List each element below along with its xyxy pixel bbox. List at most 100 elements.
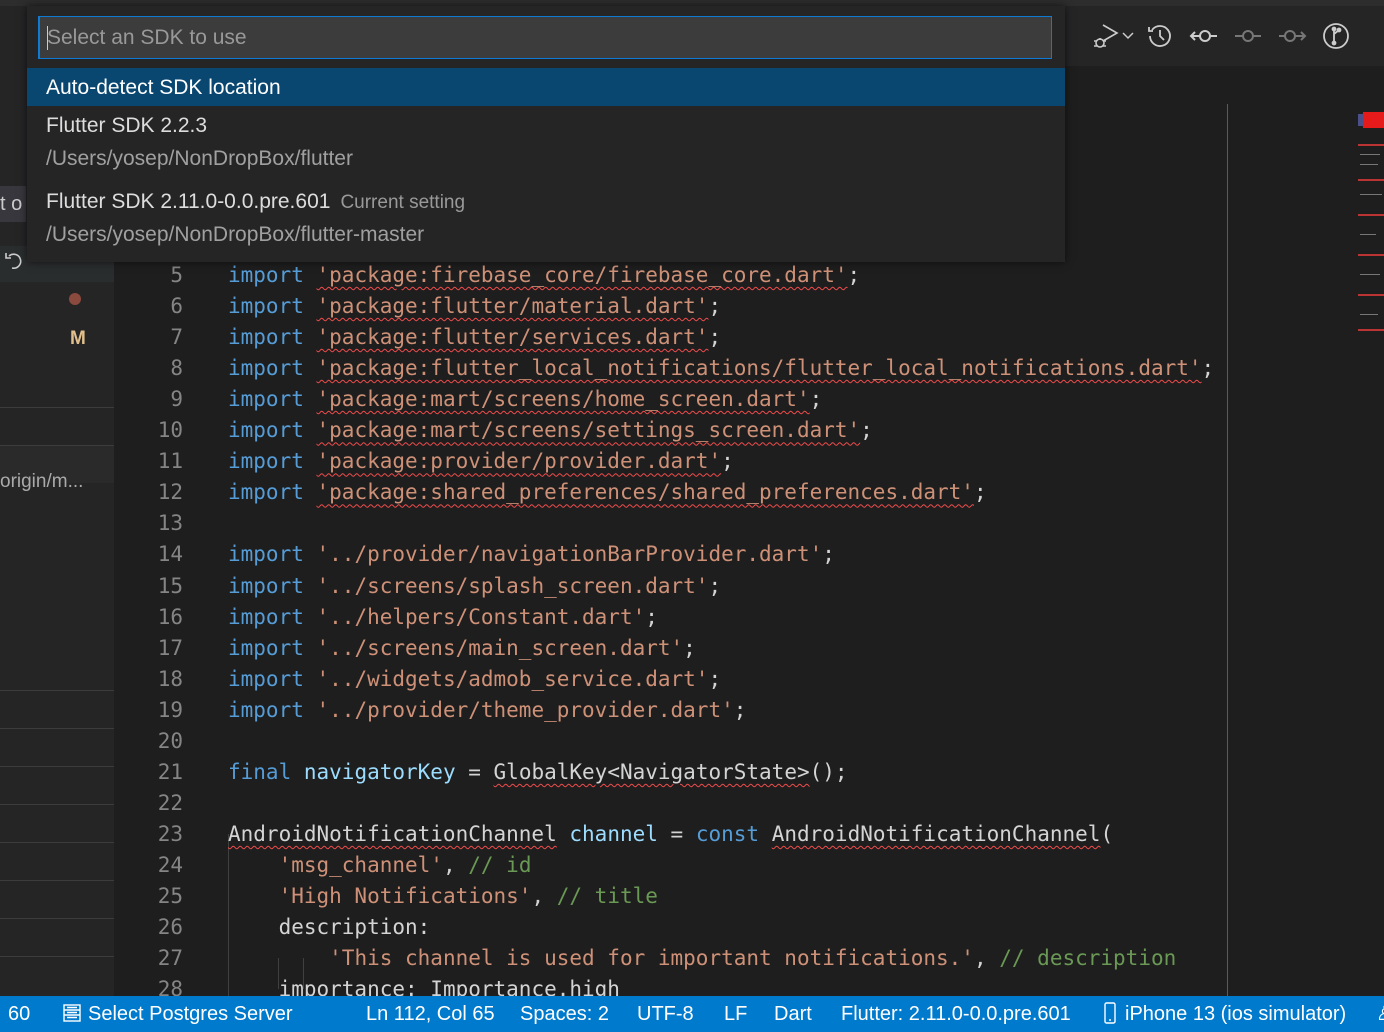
status-encoding[interactable]: UTF-8 bbox=[637, 996, 694, 1032]
status-indentation[interactable]: Spaces: 2 bbox=[520, 996, 609, 1032]
code-line[interactable]: 9 import 'package:mart/screens/home_scree… bbox=[114, 384, 1214, 415]
sidebar-row[interactable] bbox=[0, 804, 114, 842]
next-commit-button[interactable] bbox=[1270, 18, 1314, 54]
code-line[interactable]: 24 'msg_channel', // id bbox=[114, 850, 1214, 881]
code-token: 'package:shared_preferences/shared_prefe… bbox=[316, 480, 974, 505]
code-token: 'msg_channel' bbox=[278, 852, 443, 877]
code-line[interactable]: 20 bbox=[114, 726, 1214, 757]
code-token: '../widgets/admob_service.dart' bbox=[316, 666, 709, 691]
code-token: ; bbox=[809, 387, 823, 412]
code-token: 'High Notifications' bbox=[278, 884, 532, 908]
sdk-quick-pick: Select an SDK to use Auto-detect SDK loc… bbox=[27, 6, 1065, 262]
code-line[interactable]: 28 importance: Importance.high bbox=[114, 974, 1214, 996]
code-line[interactable]: 8 import 'package:flutter_local_notificat… bbox=[114, 353, 1214, 384]
minimap[interactable] bbox=[1358, 104, 1384, 344]
line-number: 18 bbox=[157, 666, 183, 691]
code-token: ; bbox=[721, 449, 734, 474]
quick-pick-item-flutter-2-2-3[interactable]: Flutter SDK 2.2.3 /Users/yosep/NonDropBo… bbox=[27, 106, 1065, 172]
status-postgres[interactable]: Select Postgres Server bbox=[62, 996, 293, 1032]
status-language[interactable]: Dart bbox=[774, 996, 812, 1032]
code-token: ; bbox=[822, 542, 835, 567]
code-token: ; bbox=[708, 666, 722, 691]
discard-changes-icon[interactable] bbox=[4, 250, 24, 272]
code-line[interactable]: 23 AndroidNotificationChannel channel = c… bbox=[114, 819, 1214, 850]
sdk-search-input[interactable]: Select an SDK to use bbox=[38, 16, 1052, 59]
quick-pick-item-auto-detect[interactable]: Auto-detect SDK location bbox=[27, 68, 1065, 106]
commit-icon bbox=[1235, 30, 1261, 42]
account-icon[interactable]: ♙ bbox=[1376, 996, 1384, 1032]
postgres-label: Select Postgres Server bbox=[88, 1003, 293, 1025]
code-text: import 'package:flutter/material.dart'; bbox=[228, 291, 721, 322]
git-graph-button[interactable] bbox=[1314, 18, 1358, 54]
code-token: = bbox=[657, 821, 696, 846]
status-eol[interactable]: LF bbox=[724, 996, 747, 1032]
line-number: 16 bbox=[157, 604, 183, 629]
code-line[interactable]: 13 bbox=[114, 508, 1214, 539]
code-token: // id bbox=[468, 852, 532, 877]
code-line[interactable]: 15 import '../screens/splash_screen.dart'… bbox=[114, 571, 1214, 602]
code-line[interactable]: 14 import '../provider/navigationBarProvi… bbox=[114, 539, 1214, 570]
sidebar-row[interactable] bbox=[0, 690, 114, 728]
code-token: import bbox=[228, 325, 304, 350]
code-line[interactable]: 11 import 'package:provider/provider.dart… bbox=[114, 446, 1214, 477]
code-line[interactable]: 27 'This channel is used for important n… bbox=[114, 943, 1214, 974]
code-text: 'This channel is used for important noti… bbox=[228, 943, 1176, 974]
code-text: 'High Notifications', // title bbox=[228, 881, 658, 912]
code-line[interactable]: 7 import 'package:flutter/services.dart'; bbox=[114, 322, 1214, 353]
code-line[interactable]: 18 import '../widgets/admob_service.dart'… bbox=[114, 664, 1214, 695]
code-line[interactable]: 22 bbox=[114, 788, 1214, 819]
line-number: 12 bbox=[157, 480, 183, 505]
code-line[interactable]: 16 import '../helpers/Constant.dart'; bbox=[114, 602, 1214, 633]
previous-commit-button[interactable] bbox=[1182, 18, 1226, 54]
line-number: 25 bbox=[157, 884, 183, 908]
code-line[interactable]: 19 import '../provider/theme_provider.dar… bbox=[114, 695, 1214, 726]
status-flutter-version[interactable]: Flutter: 2.11.0-0.0.pre.601 bbox=[841, 996, 1071, 1032]
timeline-button[interactable] bbox=[1138, 18, 1182, 54]
code-line[interactable]: 6 import 'package:flutter/material.dart'; bbox=[114, 291, 1214, 322]
line-number: 7 bbox=[170, 325, 183, 350]
code-line[interactable]: 5 import 'package:firebase_core/firebase_… bbox=[114, 260, 1214, 291]
sidebar-row[interactable] bbox=[0, 880, 114, 918]
debug-run-icon bbox=[1094, 24, 1119, 48]
code-line[interactable]: 10 import 'package:mart/screens/settings_… bbox=[114, 415, 1214, 446]
sidebar-row[interactable] bbox=[0, 728, 114, 766]
status-cursor-position[interactable]: Ln 112, Col 65 bbox=[366, 996, 495, 1032]
status-device[interactable]: iPhone 13 (ios simulator) bbox=[1103, 996, 1346, 1032]
code-line[interactable]: 26 description: bbox=[114, 912, 1214, 943]
debug-dropdown-button[interactable] bbox=[1118, 18, 1138, 54]
sidebar-row[interactable] bbox=[0, 956, 114, 994]
code-line[interactable]: 17 import '../screens/main_screen.dart'; bbox=[114, 633, 1214, 664]
line-number: 20 bbox=[157, 728, 183, 753]
git-branch-icon bbox=[1323, 23, 1349, 49]
sidebar-row[interactable] bbox=[0, 842, 114, 880]
commit-button[interactable] bbox=[1226, 18, 1270, 54]
code-line[interactable]: 12 import 'package:shared_preferences/sha… bbox=[114, 477, 1214, 508]
status-problems-count[interactable]: 60 bbox=[8, 996, 30, 1032]
code-token: , bbox=[531, 884, 557, 908]
line-number: 6 bbox=[170, 294, 183, 319]
sidebar-row[interactable] bbox=[0, 918, 114, 956]
code-text: description: bbox=[228, 912, 431, 943]
code-token: const bbox=[695, 821, 760, 846]
sidebar-row[interactable] bbox=[0, 407, 114, 445]
sidebar-row[interactable] bbox=[0, 766, 114, 804]
code-line[interactable]: 25 'High Notifications', // title bbox=[114, 881, 1214, 912]
code-token: import bbox=[228, 418, 304, 443]
code-token: import bbox=[228, 356, 304, 381]
item-label: Flutter SDK 2.11.0-0.0.pre.601 bbox=[46, 190, 331, 213]
code-token: '../screens/splash_screen.dart' bbox=[316, 573, 709, 598]
code-token: , bbox=[973, 946, 1000, 971]
item-label: Auto-detect SDK location bbox=[46, 76, 281, 99]
item-detail: /Users/yosep/NonDropBox/flutter-master bbox=[46, 223, 425, 246]
code-line[interactable]: 21 final navigatorKey = GlobalKey<Navigat… bbox=[114, 757, 1214, 788]
quick-pick-item-flutter-2-11[interactable]: Flutter SDK 2.11.0-0.0.pre.601 Current se… bbox=[27, 176, 1065, 252]
code-token: // title bbox=[556, 884, 658, 908]
